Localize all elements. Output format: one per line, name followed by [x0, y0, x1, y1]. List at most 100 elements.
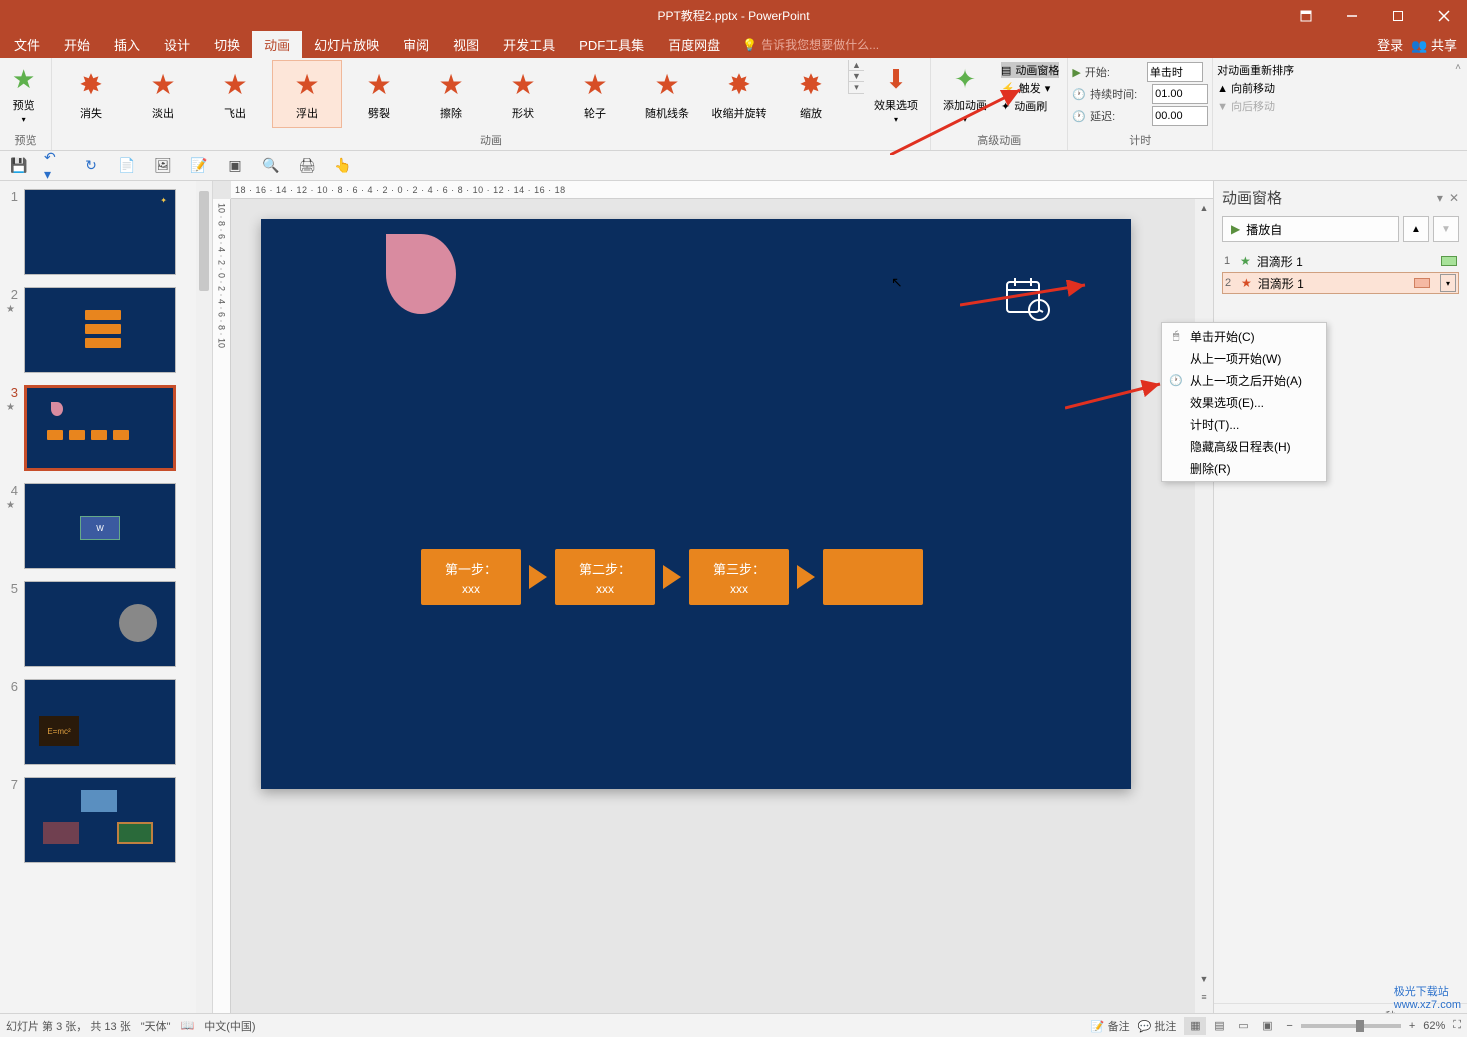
delay-input[interactable] [1152, 106, 1208, 126]
anim-shape[interactable]: ★形状 [488, 60, 558, 128]
anim-entry-1[interactable]: 1 ★ 泪滴形 1 [1222, 250, 1459, 272]
tab-slideshow[interactable]: 幻灯片放映 [302, 31, 391, 58]
slide-thumb-5[interactable]: 5 [6, 581, 212, 667]
calendar-clock-icon[interactable] [1003, 274, 1051, 334]
slide-thumb-3[interactable]: 3★ [6, 385, 212, 471]
move-up-button[interactable]: ▲ [1403, 216, 1429, 242]
insert-picture-button[interactable]: 🖼 [152, 155, 174, 177]
trigger-button[interactable]: ⚡触发 ▾ [1001, 80, 1059, 96]
print-preview-button[interactable]: 🔍 [260, 155, 282, 177]
comments-button[interactable]: 💬 批注 [1138, 1018, 1177, 1034]
preview-button[interactable]: ★ 预览 ▾ [4, 60, 43, 128]
tab-review[interactable]: 审阅 [391, 31, 441, 58]
menu-timing[interactable]: 计时(T)... [1162, 413, 1326, 435]
anim-fade[interactable]: ★淡出 [128, 60, 198, 128]
anim-randombars[interactable]: ★随机线条 [632, 60, 702, 128]
tab-animations[interactable]: 动画 [252, 31, 302, 58]
tab-design[interactable]: 设计 [152, 31, 202, 58]
slide-thumb-2[interactable]: 2★ [6, 287, 212, 373]
menu-effect-options[interactable]: 效果选项(E)... [1162, 391, 1326, 413]
zoom-slider[interactable] [1301, 1024, 1401, 1028]
teardrop-shape[interactable] [386, 234, 456, 314]
anim-wipe[interactable]: ★擦除 [416, 60, 486, 128]
flow-step-3[interactable]: 第三步：xxx [689, 549, 789, 605]
duration-input[interactable] [1152, 84, 1208, 104]
anim-split[interactable]: ★劈裂 [344, 60, 414, 128]
menu-remove[interactable]: 删除(R) [1162, 457, 1326, 479]
gallery-up-icon[interactable]: ▲ [849, 60, 864, 71]
thumb-scrollbar[interactable] [196, 181, 212, 1028]
menu-hide-advanced-timeline[interactable]: 隐藏高级日程表(H) [1162, 435, 1326, 457]
anim-entry-2[interactable]: 2 ★ 泪滴形 1 ▾ [1222, 272, 1459, 294]
flow-step-4[interactable] [823, 549, 923, 605]
animation-painter-button[interactable]: ✦动画刷 [1001, 98, 1059, 114]
insert-textbox-button[interactable]: 📝 [188, 155, 210, 177]
undo-button[interactable]: ↶ ▾ [44, 155, 66, 177]
slide-thumb-4[interactable]: 4★ W [6, 483, 212, 569]
tab-transitions[interactable]: 切换 [202, 31, 252, 58]
login-link[interactable]: 登录 [1377, 35, 1403, 54]
move-earlier-button[interactable]: ▲ 向前移动 [1217, 80, 1294, 96]
maximize-button[interactable] [1375, 0, 1421, 31]
redo-button[interactable]: ↻ [80, 155, 102, 177]
zoom-in-button[interactable]: + [1409, 1020, 1415, 1032]
slide-thumb-7[interactable]: 7 [6, 777, 212, 863]
zoom-level[interactable]: 62% [1423, 1020, 1445, 1032]
gallery-down-icon[interactable]: ▼ [849, 71, 864, 82]
pane-options-icon[interactable]: ▾ [1437, 191, 1443, 205]
animation-gallery-scroll[interactable]: ▲ ▼ ▾ [848, 60, 864, 94]
new-slide-button[interactable]: 📄 [116, 155, 138, 177]
zoom-out-button[interactable]: − [1286, 1020, 1292, 1032]
menu-start-after-previous[interactable]: 🕐从上一项之后开始(A) [1162, 369, 1326, 391]
quick-print-button[interactable]: 🖨 [296, 155, 318, 177]
slideshow-view-button[interactable]: ▣ [1256, 1017, 1278, 1035]
tab-pdf[interactable]: PDF工具集 [567, 31, 656, 58]
add-animation-button[interactable]: ✦ 添加动画 ▾ [935, 60, 995, 128]
effect-options-button[interactable]: ⬇ 效果选项 ▾ [866, 60, 926, 128]
menu-start-on-click[interactable]: 🖱单击开始(C) [1162, 325, 1326, 347]
slide-thumb-6[interactable]: 6 E=mc² [6, 679, 212, 765]
tab-home[interactable]: 开始 [52, 31, 102, 58]
move-later-button[interactable]: ▼ 向后移动 [1217, 98, 1294, 114]
notes-button[interactable]: 📝 备注 [1091, 1018, 1130, 1034]
anim-flyout[interactable]: ★飞出 [200, 60, 270, 128]
sorter-view-button[interactable]: ▤ [1208, 1017, 1230, 1035]
anim-shrinkturn[interactable]: ✸收缩并旋转 [704, 60, 774, 128]
anim-zoom[interactable]: ✸缩放 [776, 60, 846, 128]
anim-disappear[interactable]: ✸消失 [56, 60, 126, 128]
share-button[interactable]: 👥 共享 [1411, 35, 1457, 54]
tab-baidu[interactable]: 百度网盘 [656, 31, 732, 58]
tab-insert[interactable]: 插入 [102, 31, 152, 58]
tab-view[interactable]: 视图 [441, 31, 491, 58]
slide-canvas[interactable]: 第一步：xxx 第二步：xxx 第三步：xxx [261, 219, 1131, 789]
animation-pane-button[interactable]: ▤动画窗格 [1001, 62, 1059, 78]
gallery-more-icon[interactable]: ▾ [849, 82, 864, 94]
fit-to-window-button[interactable]: ⛶ [1453, 1019, 1461, 1032]
anim-floatout[interactable]: ★浮出 [272, 60, 342, 128]
slide-thumb-1[interactable]: 1 ✦ [6, 189, 212, 275]
anim-wheel[interactable]: ★轮子 [560, 60, 630, 128]
reading-view-button[interactable]: ▭ [1232, 1017, 1254, 1035]
start-dropdown[interactable] [1147, 62, 1203, 82]
normal-view-button[interactable]: ▦ [1184, 1017, 1206, 1035]
move-down-button[interactable]: ▼ [1433, 216, 1459, 242]
save-button[interactable]: 💾 [8, 155, 30, 177]
tell-me-search[interactable]: 💡 告诉我您想要做什么... [742, 36, 879, 53]
collapse-ribbon-button[interactable]: ˄ [1455, 58, 1467, 150]
minimize-button[interactable] [1329, 0, 1375, 31]
flow-step-2[interactable]: 第二步：xxx [555, 549, 655, 605]
from-beginning-button[interactable]: ▣ [224, 155, 246, 177]
flow-step-1[interactable]: 第一步：xxx [421, 549, 521, 605]
tab-developer[interactable]: 开发工具 [491, 31, 567, 58]
menu-start-with-previous[interactable]: 从上一项开始(W) [1162, 347, 1326, 369]
spellcheck-icon[interactable]: 📖 [181, 1019, 195, 1032]
play-from-button[interactable]: ▶播放自 [1222, 216, 1399, 242]
entry-dropdown-icon[interactable]: ▾ [1440, 274, 1456, 292]
ribbon-display-options-button[interactable] [1283, 0, 1329, 31]
language-indicator[interactable]: 中文(中国) [204, 1018, 255, 1034]
touch-mode-button[interactable]: 👆 [332, 155, 354, 177]
tab-file[interactable]: 文件 [2, 31, 52, 58]
slide-counter[interactable]: 幻灯片 第 3 张， 共 13 张 [6, 1018, 131, 1034]
pane-close-icon[interactable]: ✕ [1449, 191, 1459, 205]
close-button[interactable] [1421, 0, 1467, 31]
